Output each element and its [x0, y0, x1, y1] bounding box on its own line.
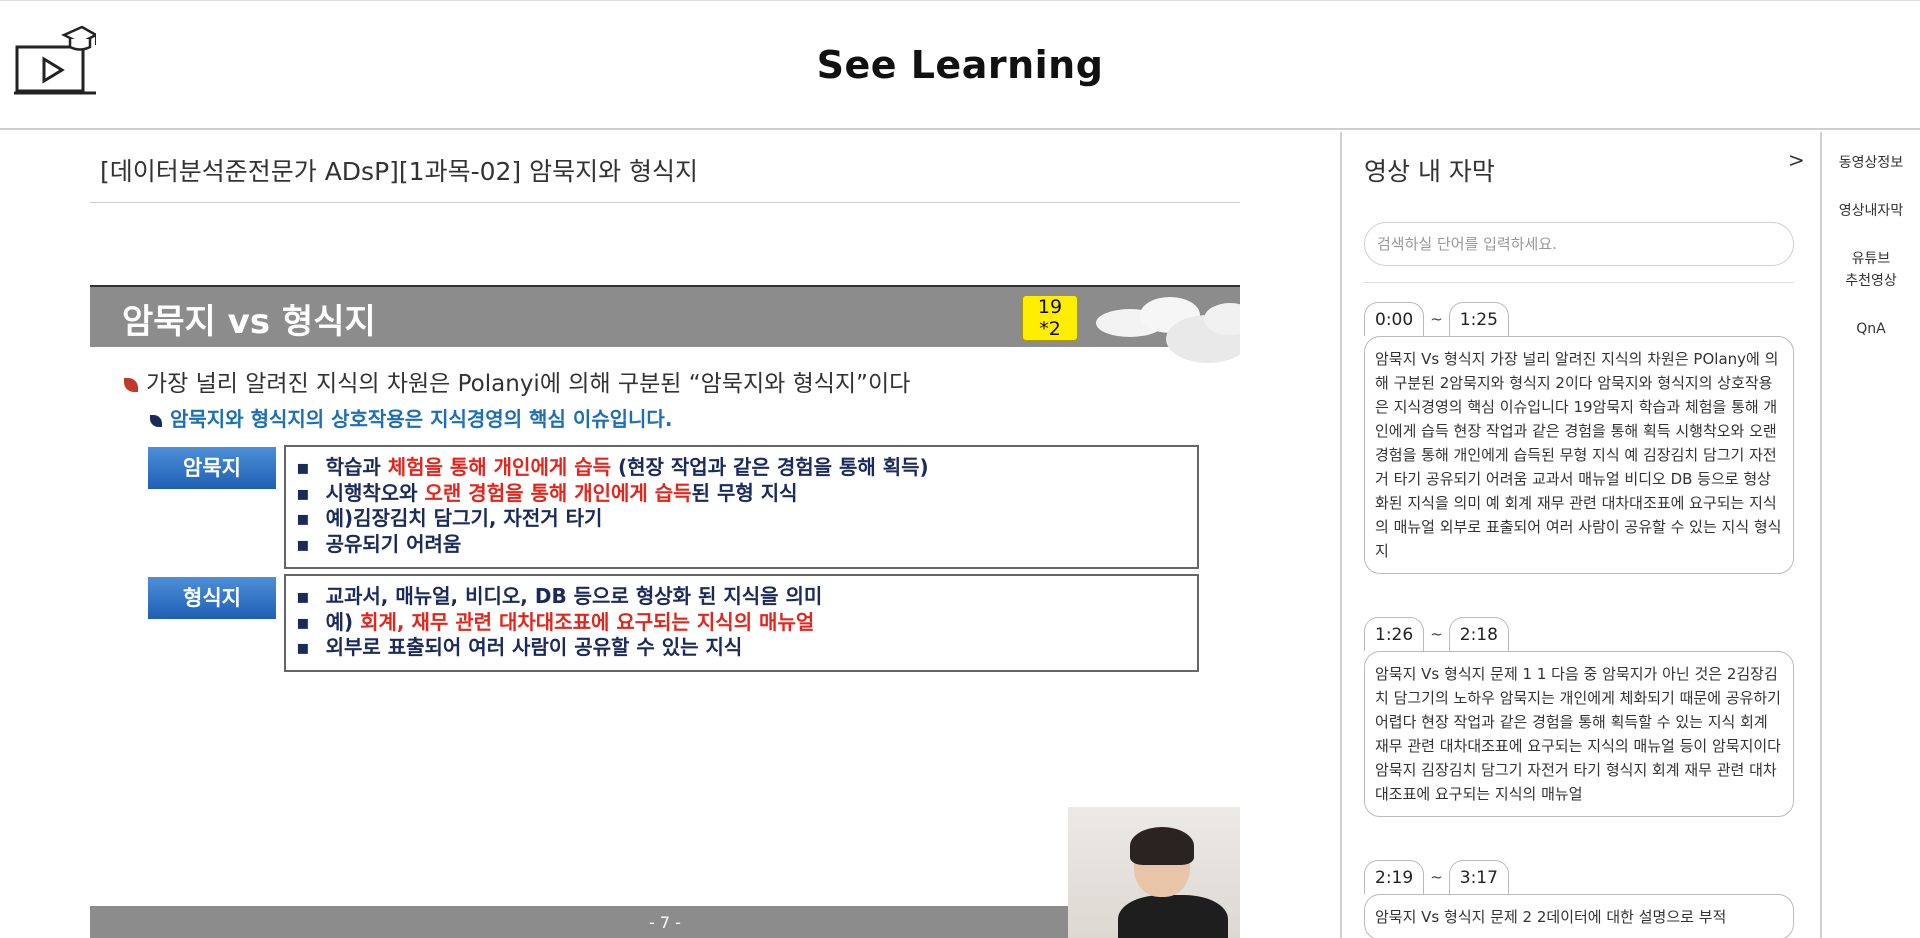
segment-start-time[interactable]: 2:19: [1364, 860, 1425, 894]
panel-title: 영상 내 자막: [1364, 157, 1495, 186]
lecture-title: [데이터분석준전문가 ADsP][1과목-02] 암묵지와 형식지: [100, 157, 699, 186]
cloud-icon: [1096, 297, 1240, 363]
divider: [90, 202, 1240, 203]
segment-end-time[interactable]: 2:18: [1448, 617, 1509, 651]
nav-subtitles[interactable]: 영상내자막: [1822, 200, 1920, 222]
nav-video-info[interactable]: 동영상정보: [1822, 152, 1920, 174]
tacit-item: 학습과 체험을 통해 개인에게 습득 (현장 작업과 같은 경험을 통해 획득): [296, 455, 1197, 481]
panel-toggle-button[interactable]: >: [1788, 148, 1805, 172]
subtitle-segment[interactable]: 1:26 ~ 2:18 암묵지 Vs 형식지 문제 1 1 다음 중 암묵지가 …: [1364, 617, 1794, 817]
explicit-box: 교과서, 매뉴얼, 비디오, DB 등으로 형상화 된 지식을 의미 예) 회계…: [284, 574, 1199, 672]
tacit-label: 암묵지: [148, 447, 276, 489]
leaf-icon: [124, 377, 138, 392]
subtitle-search-input[interactable]: [1364, 222, 1794, 266]
slide-badge: 19 *2: [1022, 295, 1078, 341]
explicit-label: 형식지: [148, 577, 276, 619]
slide-title: 암묵지 vs 형식지: [122, 302, 376, 342]
subtitle-panel: 영상 내 자막 > 0:00 ~ 1:25 암묵지 Vs 형식지 가장 널리 알…: [1342, 132, 1820, 938]
segment-text: 암묵지 Vs 형식지 가장 널리 알려진 지식의 차원은 POlany에 의해 …: [1364, 336, 1794, 574]
slide-bullet-sub: 암묵지와 형식지의 상호작용은 지식경영의 핵심 이슈입니다.: [150, 403, 672, 432]
segment-end-time[interactable]: 1:25: [1448, 302, 1509, 336]
segment-text: 암묵지 Vs 형식지 문제 2 2데이터에 대한 설명으로 부적: [1364, 894, 1794, 938]
leaf-icon: [150, 414, 162, 427]
segment-end-time[interactable]: 3:17: [1448, 860, 1509, 894]
subtitle-segment[interactable]: 0:00 ~ 1:25 암묵지 Vs 형식지 가장 널리 알려진 지식의 차원은…: [1364, 302, 1794, 574]
tacit-item: 시행착오와 오랜 경험을 통해 개인에게 습득된 무형 지식: [296, 481, 1197, 507]
tacit-item: 예)김장김치 담그기, 자전거 타기: [296, 506, 1197, 532]
explicit-item: 예) 회계, 재무 관련 대차대조표에 요구되는 지식의 매뉴얼: [296, 610, 1197, 636]
segment-text: 암묵지 Vs 형식지 문제 1 1 다음 중 암묵지가 아닌 것은 2김장김치 …: [1364, 651, 1794, 817]
nav-qna[interactable]: QnA: [1822, 318, 1920, 340]
presenter-video: [1068, 807, 1240, 938]
slide-badge-line2: *2: [1039, 318, 1061, 340]
divider: [1364, 282, 1794, 283]
explicit-item: 외부로 표출되어 여러 사람이 공유할 수 있는 지식: [296, 635, 1197, 661]
right-nav: 동영상정보 영상내자막 유튜브 추천영상 QnA: [1822, 132, 1920, 340]
segment-start-time[interactable]: 0:00: [1364, 302, 1425, 336]
tacit-box: 학습과 체험을 통해 개인에게 습득 (현장 작업과 같은 경험을 통해 획득)…: [284, 445, 1199, 569]
site-header: See Learning: [0, 0, 1920, 130]
video-player[interactable]: 암묵지 vs 형식지 19 *2 가장 널리 알려진 지식의 차원은 Polan…: [90, 285, 1240, 938]
main-content: [데이터분석준전문가 ADsP][1과목-02] 암묵지와 형식지 암묵지 vs…: [0, 132, 1340, 938]
nav-youtube-recommend[interactable]: 유튜브 추천영상: [1822, 248, 1920, 292]
subtitle-segment[interactable]: 2:19 ~ 3:17 암묵지 Vs 형식지 문제 2 2데이터에 대한 설명으…: [1364, 860, 1794, 938]
slide-badge-line1: 19: [1037, 296, 1063, 318]
slide-bullet-main: 가장 널리 알려진 지식의 차원은 Polanyi에 의해 구분된 “암묵지와 …: [124, 364, 910, 398]
explicit-item: 교과서, 매뉴얼, 비디오, DB 등으로 형상화 된 지식을 의미: [296, 584, 1197, 610]
site-title: See Learning: [816, 43, 1104, 87]
segment-start-time[interactable]: 1:26: [1364, 617, 1425, 651]
tacit-item: 공유되기 어려움: [296, 532, 1197, 558]
